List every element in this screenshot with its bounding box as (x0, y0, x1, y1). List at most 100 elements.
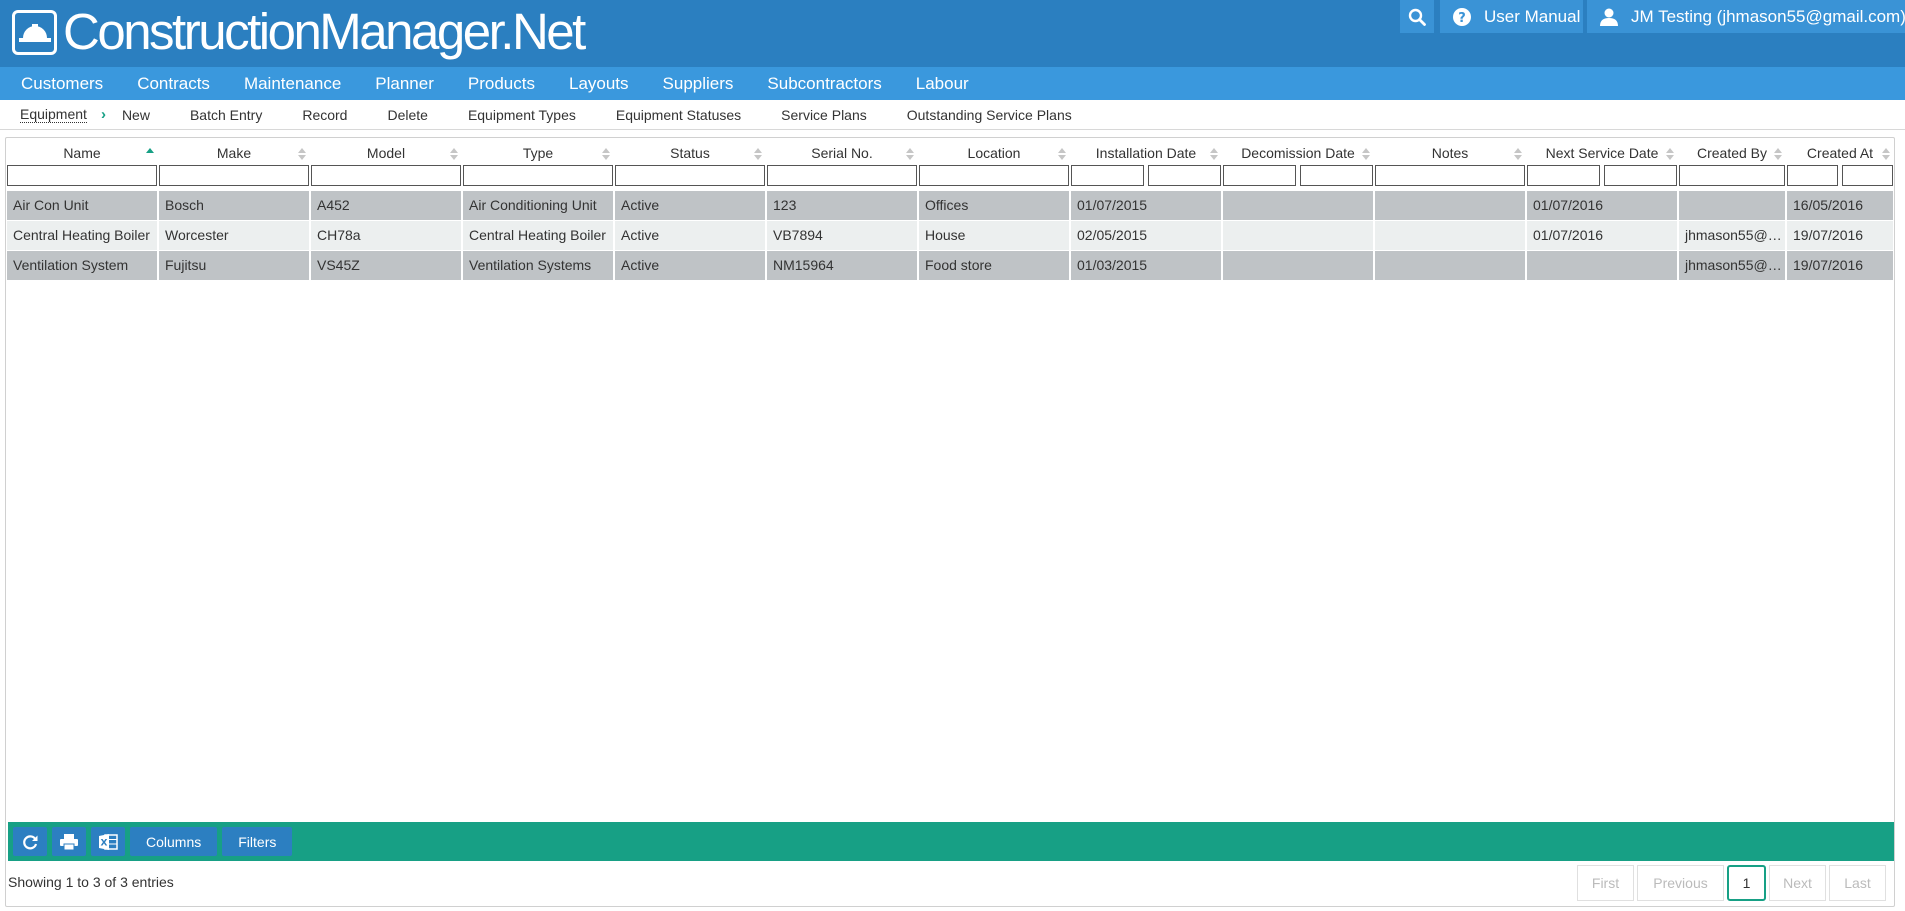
column-header-name[interactable]: Name (7, 143, 157, 164)
filter-decomission-date-from[interactable] (1223, 165, 1296, 186)
table-row[interactable]: Central Heating Boiler Worcester CH78a Cent… (7, 221, 1893, 251)
filter-notes[interactable] (1375, 165, 1525, 186)
cell-name: Air Con Unit (7, 191, 157, 220)
column-header-label: Serial No. (811, 145, 873, 161)
column-header-created-at[interactable]: Created At (1787, 143, 1893, 164)
entries-info: Showing 1 to 3 of 3 entries (8, 874, 174, 890)
column-header-make[interactable]: Make (159, 143, 309, 164)
column-header-label: Location (967, 145, 1021, 161)
pager-page-1-button[interactable]: 1 (1727, 865, 1766, 901)
table-header-row: Name Make Model Type Status Serial No. Locatio… (7, 143, 1893, 164)
filter-make[interactable] (159, 165, 309, 186)
filter-installation-date-to[interactable] (1148, 165, 1221, 186)
print-icon (59, 833, 79, 851)
user-manual-button[interactable]: ? User Manual (1440, 0, 1583, 33)
user-manual-label: User Manual (1484, 6, 1581, 26)
equipment-table: Name Make Model Type Status Serial No. Locatio… (7, 143, 1893, 281)
column-header-serial-no[interactable]: Serial No. (767, 143, 917, 164)
subnav-item-outstanding-service-plans[interactable]: Outstanding Service Plans (907, 107, 1072, 123)
column-header-created-by[interactable]: Created By (1679, 143, 1785, 164)
sub-nav: Equipment › New Batch Entry Record Delet… (0, 100, 1905, 130)
filter-installation-date-from[interactable] (1071, 165, 1144, 186)
pager-next-button[interactable]: Next (1769, 865, 1826, 901)
cell-name: Ventilation System (7, 251, 157, 280)
cell-decomission-date (1223, 191, 1373, 220)
filter-serial-no[interactable] (767, 165, 917, 186)
filter-status[interactable] (615, 165, 765, 186)
filter-model[interactable] (311, 165, 461, 186)
pager-first-button[interactable]: First (1577, 865, 1634, 901)
cell-type: Air Conditioning Unit (463, 191, 613, 220)
column-header-label: Installation Date (1095, 145, 1197, 161)
table-row[interactable]: Air Con Unit Bosch A452 Air Conditioning Un… (7, 191, 1893, 221)
cell-model: CH78a (311, 221, 461, 250)
cell-created-by (1679, 191, 1785, 220)
subnav-item-batch-entry[interactable]: Batch Entry (190, 107, 262, 123)
filter-next-service-date-from[interactable] (1527, 165, 1600, 186)
svg-text:X: X (101, 838, 108, 848)
column-header-label: Next Service Date (1545, 145, 1659, 161)
cell-next-service-date: 01/07/2016 (1527, 191, 1677, 220)
filter-location[interactable] (919, 165, 1069, 186)
filters-button[interactable]: Filters (222, 827, 293, 856)
column-header-next-service-date[interactable]: Next Service Date (1527, 143, 1677, 164)
subnav-item-new[interactable]: New (122, 107, 150, 123)
breadcrumb-equipment[interactable]: Equipment (20, 106, 87, 123)
pager-last-button[interactable]: Last (1829, 865, 1886, 901)
nav-item-customers[interactable]: Customers (21, 74, 103, 94)
user-icon (1599, 7, 1619, 27)
cell-location: Food store (919, 251, 1069, 280)
sort-icon (1362, 148, 1370, 160)
nav-item-layouts[interactable]: Layouts (569, 74, 629, 94)
nav-item-labour[interactable]: Labour (916, 74, 969, 94)
nav-item-subcontractors[interactable]: Subcontractors (767, 74, 881, 94)
filter-created-by[interactable] (1679, 165, 1785, 186)
nav-item-contracts[interactable]: Contracts (137, 74, 210, 94)
column-header-type[interactable]: Type (463, 143, 613, 164)
table-row[interactable]: Ventilation System Fujitsu VS45Z Ventilatio… (7, 251, 1893, 281)
refresh-button[interactable] (13, 827, 47, 856)
column-header-label: Created By (1696, 145, 1768, 161)
filter-name[interactable] (7, 165, 157, 186)
sort-ascending-icon (146, 148, 154, 160)
subnav-item-equipment-statuses[interactable]: Equipment Statuses (616, 107, 741, 123)
filter-type[interactable] (463, 165, 613, 186)
print-button[interactable] (52, 827, 86, 856)
cell-type: Central Heating Boiler (463, 221, 613, 250)
user-account-button[interactable]: JM Testing (jhmason55@gmail.com) (1587, 0, 1905, 33)
export-excel-button[interactable]: X (91, 827, 125, 856)
subnav-item-service-plans[interactable]: Service Plans (781, 107, 867, 123)
cell-notes (1375, 191, 1525, 220)
cell-model: A452 (311, 191, 461, 220)
table-body: Air Con Unit Bosch A452 Air Conditioning Un… (7, 191, 1893, 281)
sort-icon (298, 148, 306, 160)
column-header-location[interactable]: Location (919, 143, 1069, 164)
cell-make: Worcester (159, 221, 309, 250)
filter-created-at-from[interactable] (1787, 165, 1838, 186)
cell-created-at: 19/07/2016 (1787, 221, 1893, 250)
column-header-installation-date[interactable]: Installation Date (1071, 143, 1221, 164)
subnav-item-record[interactable]: Record (302, 107, 347, 123)
nav-item-planner[interactable]: Planner (375, 74, 434, 94)
cell-make: Fujitsu (159, 251, 309, 280)
cell-serial-no: 123 (767, 191, 917, 220)
column-header-model[interactable]: Model (311, 143, 461, 164)
nav-item-suppliers[interactable]: Suppliers (663, 74, 734, 94)
subnav-item-equipment-types[interactable]: Equipment Types (468, 107, 576, 123)
nav-item-maintenance[interactable]: Maintenance (244, 74, 341, 94)
column-header-decomission-date[interactable]: Decomission Date (1223, 143, 1373, 164)
column-header-status[interactable]: Status (615, 143, 765, 164)
column-header-notes[interactable]: Notes (1375, 143, 1525, 164)
equipment-panel: Name Make Model Type Status Serial No. Locatio… (5, 137, 1895, 907)
filter-decomission-date-to[interactable] (1300, 165, 1373, 186)
cell-decomission-date (1223, 251, 1373, 280)
nav-item-products[interactable]: Products (468, 74, 535, 94)
search-button[interactable] (1400, 0, 1434, 33)
cell-decomission-date (1223, 221, 1373, 250)
filter-created-at-to[interactable] (1842, 165, 1893, 186)
filter-next-service-date-to[interactable] (1604, 165, 1677, 186)
chevron-right-icon: › (100, 106, 106, 123)
pager-previous-button[interactable]: Previous (1637, 865, 1724, 901)
subnav-item-delete[interactable]: Delete (387, 107, 427, 123)
columns-button[interactable]: Columns (130, 827, 218, 856)
